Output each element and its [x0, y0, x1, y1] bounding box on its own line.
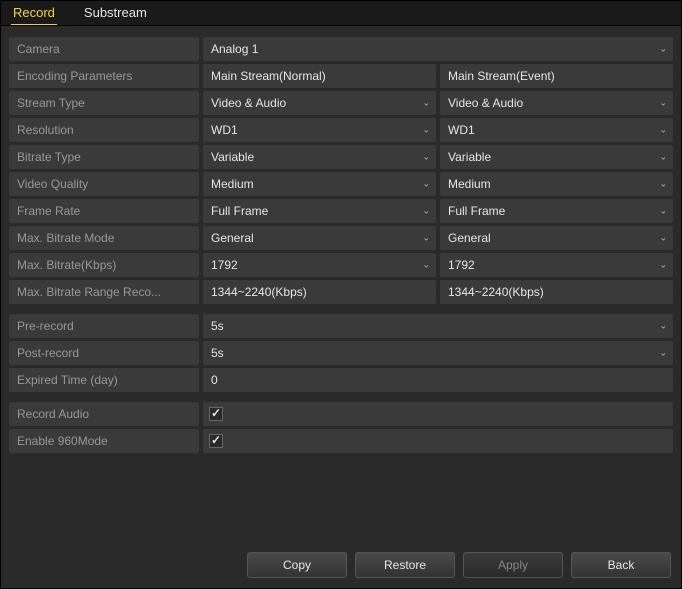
chevron-down-icon: ⌄	[659, 44, 667, 55]
chevron-down-icon: ⌄	[659, 348, 667, 359]
label-encoding: Encoding Parameters	[9, 64, 199, 88]
post-record-select[interactable]: 5s ⌄	[203, 341, 673, 365]
content-area: Camera Analog 1 ⌄ Encoding Parameters Ma…	[1, 26, 681, 542]
copy-button[interactable]: Copy	[247, 552, 347, 578]
pre-record-value: 5s	[211, 319, 224, 333]
resolution-normal-value: WD1	[211, 123, 238, 137]
chevron-down-icon: ⌄	[659, 179, 667, 190]
chevron-down-icon: ⌄	[422, 206, 430, 217]
tab-record[interactable]: Record	[11, 1, 57, 25]
label-frame-rate: Frame Rate	[9, 199, 199, 223]
label-camera: Camera	[9, 37, 199, 61]
post-record-value: 5s	[211, 346, 224, 360]
max-bitrate-range-event-value: 1344~2240(Kbps)	[448, 285, 544, 299]
frame-rate-event-value: Full Frame	[448, 204, 505, 218]
max-bitrate-kbps-normal-select[interactable]: 1792 ⌄	[203, 253, 436, 277]
frame-rate-normal-select[interactable]: Full Frame ⌄	[203, 199, 436, 223]
bitrate-type-normal-select[interactable]: Variable ⌄	[203, 145, 436, 169]
label-stream-type: Stream Type	[9, 91, 199, 115]
chevron-down-icon: ⌄	[659, 98, 667, 109]
frame-rate-event-select[interactable]: Full Frame ⌄	[440, 199, 673, 223]
max-bitrate-mode-event-select[interactable]: General ⌄	[440, 226, 673, 250]
encoding-normal-header: Main Stream(Normal)	[203, 64, 436, 88]
apply-button[interactable]: Apply	[463, 552, 563, 578]
encoding-event-header: Main Stream(Event)	[440, 64, 673, 88]
max-bitrate-range-normal-value: 1344~2240(Kbps)	[211, 285, 307, 299]
record-audio-checkbox[interactable]	[209, 407, 223, 421]
max-bitrate-kbps-normal-value: 1792	[211, 258, 238, 272]
chevron-down-icon: ⌄	[659, 233, 667, 244]
record-audio-field	[203, 402, 673, 426]
label-max-bitrate-range: Max. Bitrate Range Reco...	[9, 280, 199, 304]
frame-rate-normal-value: Full Frame	[211, 204, 268, 218]
enable-960-checkbox[interactable]	[209, 434, 223, 448]
record-settings-window: Record Substream Camera Analog 1 ⌄ Encod…	[0, 0, 682, 589]
restore-button[interactable]: Restore	[355, 552, 455, 578]
video-quality-event-select[interactable]: Medium ⌄	[440, 172, 673, 196]
max-bitrate-mode-event-value: General	[448, 231, 491, 245]
chevron-down-icon: ⌄	[422, 260, 430, 271]
label-max-bitrate-kbps: Max. Bitrate(Kbps)	[9, 253, 199, 277]
video-quality-normal-value: Medium	[211, 177, 254, 191]
chevron-down-icon: ⌄	[659, 125, 667, 136]
chevron-down-icon: ⌄	[422, 98, 430, 109]
bitrate-type-event-value: Variable	[448, 150, 491, 164]
encoding-normal-value: Main Stream(Normal)	[211, 69, 326, 83]
video-quality-event-value: Medium	[448, 177, 491, 191]
max-bitrate-mode-normal-value: General	[211, 231, 254, 245]
bitrate-type-normal-value: Variable	[211, 150, 254, 164]
chevron-down-icon: ⌄	[422, 233, 430, 244]
camera-select[interactable]: Analog 1 ⌄	[203, 37, 673, 61]
label-resolution: Resolution	[9, 118, 199, 142]
max-bitrate-kbps-event-select[interactable]: 1792 ⌄	[440, 253, 673, 277]
resolution-event-value: WD1	[448, 123, 475, 137]
label-record-audio: Record Audio	[9, 402, 199, 426]
resolution-event-select[interactable]: WD1 ⌄	[440, 118, 673, 142]
max-bitrate-kbps-event-value: 1792	[448, 258, 475, 272]
resolution-normal-select[interactable]: WD1 ⌄	[203, 118, 436, 142]
label-max-bitrate-mode: Max. Bitrate Mode	[9, 226, 199, 250]
back-button[interactable]: Back	[571, 552, 671, 578]
max-bitrate-range-normal: 1344~2240(Kbps)	[203, 280, 436, 304]
label-pre-record: Pre-record	[9, 314, 199, 338]
camera-value: Analog 1	[211, 42, 258, 56]
tab-substream[interactable]: Substream	[82, 1, 149, 25]
chevron-down-icon: ⌄	[659, 321, 667, 332]
label-enable-960: Enable 960Mode	[9, 429, 199, 453]
stream-type-normal-select[interactable]: Video & Audio ⌄	[203, 91, 436, 115]
expired-time-input[interactable]: 0	[203, 368, 673, 392]
chevron-down-icon: ⌄	[659, 152, 667, 163]
chevron-down-icon: ⌄	[659, 206, 667, 217]
stream-type-event-value: Video & Audio	[448, 96, 523, 110]
label-bitrate-type: Bitrate Type	[9, 145, 199, 169]
max-bitrate-mode-normal-select[interactable]: General ⌄	[203, 226, 436, 250]
chevron-down-icon: ⌄	[422, 179, 430, 190]
bitrate-type-event-select[interactable]: Variable ⌄	[440, 145, 673, 169]
chevron-down-icon: ⌄	[422, 125, 430, 136]
tab-bar: Record Substream	[1, 1, 681, 26]
expired-time-value: 0	[211, 373, 218, 387]
chevron-down-icon: ⌄	[422, 152, 430, 163]
stream-type-normal-value: Video & Audio	[211, 96, 286, 110]
encoding-event-value: Main Stream(Event)	[448, 69, 555, 83]
video-quality-normal-select[interactable]: Medium ⌄	[203, 172, 436, 196]
button-bar: Copy Restore Apply Back	[1, 542, 681, 588]
settings-form: Camera Analog 1 ⌄ Encoding Parameters Ma…	[9, 36, 673, 454]
label-expired-time: Expired Time (day)	[9, 368, 199, 392]
chevron-down-icon: ⌄	[659, 260, 667, 271]
max-bitrate-range-event: 1344~2240(Kbps)	[440, 280, 673, 304]
label-video-quality: Video Quality	[9, 172, 199, 196]
stream-type-event-select[interactable]: Video & Audio ⌄	[440, 91, 673, 115]
pre-record-select[interactable]: 5s ⌄	[203, 314, 673, 338]
enable-960-field	[203, 429, 673, 453]
label-post-record: Post-record	[9, 341, 199, 365]
